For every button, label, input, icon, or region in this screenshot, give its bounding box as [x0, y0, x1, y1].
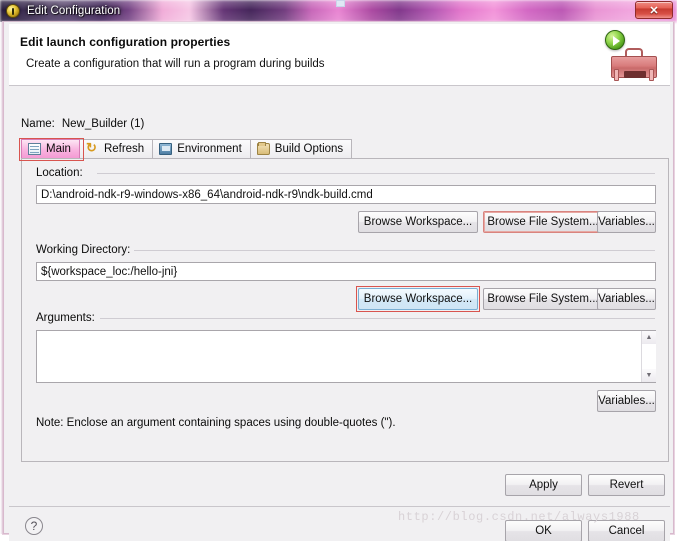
location-variables-button[interactable]: Variables...	[597, 211, 656, 233]
working-directory-browse-workspace-button[interactable]: Browse Workspace...	[358, 288, 478, 310]
working-directory-label: Working Directory:	[36, 244, 131, 256]
working-directory-variables-button[interactable]: Variables...	[597, 288, 656, 310]
arguments-group-rule	[100, 318, 655, 319]
page-icon	[28, 143, 41, 155]
tab-build-options[interactable]: Build Options	[249, 139, 353, 158]
dialog-body: Edit launch configuration properties Cre…	[5, 22, 672, 541]
window-title: Edit Configuration	[27, 5, 121, 17]
page-title: Edit launch configuration properties	[20, 35, 231, 49]
arguments-textarea[interactable]: ▲ ▼	[36, 330, 656, 383]
toolbox-icon	[611, 48, 657, 81]
name-value[interactable]: New_Builder (1)	[62, 118, 144, 130]
tab-strip: Main Refresh Environment Build Options	[21, 139, 669, 159]
cancel-button[interactable]: Cancel	[588, 520, 665, 541]
name-label: Name:	[21, 118, 55, 130]
main-tab-page: Location: D:\android-ndk-r9-windows-x86_…	[21, 159, 669, 462]
toolbox-clip-right	[649, 69, 654, 81]
arguments-note: Note: Enclose an argument containing spa…	[36, 417, 396, 429]
location-input[interactable]: D:\android-ndk-r9-windows-x86_64\android…	[36, 185, 656, 204]
close-icon: ✕	[649, 4, 659, 17]
folder-icon	[256, 142, 270, 155]
revert-button[interactable]: Revert	[588, 474, 665, 496]
scroll-up-arrow-icon[interactable]: ▲	[642, 331, 656, 344]
refresh-icon	[86, 140, 99, 156]
eclipse-circle-icon	[6, 4, 20, 18]
apply-revert-row: Apply Revert	[9, 462, 670, 506]
arguments-label: Arguments:	[36, 312, 95, 324]
location-label: Location:	[36, 167, 83, 179]
window-titlebar: Edit Configuration ✕	[0, 0, 677, 22]
location-browse-file-system-button[interactable]: Browse File System...	[483, 211, 603, 233]
dialog-bottom-bar: ? OK Cancel	[9, 506, 670, 541]
name-row: Name: New_Builder (1)	[21, 118, 144, 130]
apply-button[interactable]: Apply	[505, 474, 582, 496]
tab-refresh-label: Refresh	[103, 143, 145, 155]
location-group-rule	[97, 173, 655, 174]
toolbox-latch	[624, 71, 646, 78]
page-subtitle: Create a configuration that will run a p…	[26, 58, 325, 70]
monitor-icon	[159, 143, 173, 155]
toolbox-body	[611, 56, 657, 81]
tab-environment[interactable]: Environment	[152, 139, 251, 158]
arguments-scrollbar[interactable]: ▲ ▼	[641, 331, 656, 382]
dialog-header: Edit launch configuration properties Cre…	[9, 24, 670, 86]
desktop-background: Edit Configuration ✕ Edit launch configu…	[0, 0, 677, 541]
close-button[interactable]: ✕	[635, 1, 673, 19]
help-icon[interactable]: ?	[25, 517, 43, 535]
scrollbar-track[interactable]	[642, 344, 656, 369]
working-directory-browse-file-system-button[interactable]: Browse File System...	[483, 288, 603, 310]
tab-main[interactable]: Main	[21, 139, 80, 158]
toolbox-with-run-badge-icon	[605, 30, 661, 82]
ok-button[interactable]: OK	[505, 520, 582, 541]
tab-environment-label: Environment	[177, 143, 242, 155]
tab-refresh[interactable]: Refresh	[78, 139, 154, 158]
scroll-down-arrow-icon[interactable]: ▼	[642, 369, 656, 382]
tab-build-options-label: Build Options	[274, 143, 344, 155]
location-browse-workspace-button[interactable]: Browse Workspace...	[358, 211, 478, 233]
arguments-variables-button[interactable]: Variables...	[597, 390, 656, 412]
working-directory-group-rule	[134, 250, 655, 251]
edit-configuration-dialog: Edit launch configuration properties Cre…	[3, 22, 674, 541]
tab-main-label: Main	[46, 143, 71, 155]
run-badge-icon	[605, 30, 625, 50]
working-directory-input[interactable]: ${workspace_loc:/hello-jni}	[36, 262, 656, 281]
arguments-value	[40, 333, 639, 380]
toolbox-clip-left	[614, 69, 619, 81]
